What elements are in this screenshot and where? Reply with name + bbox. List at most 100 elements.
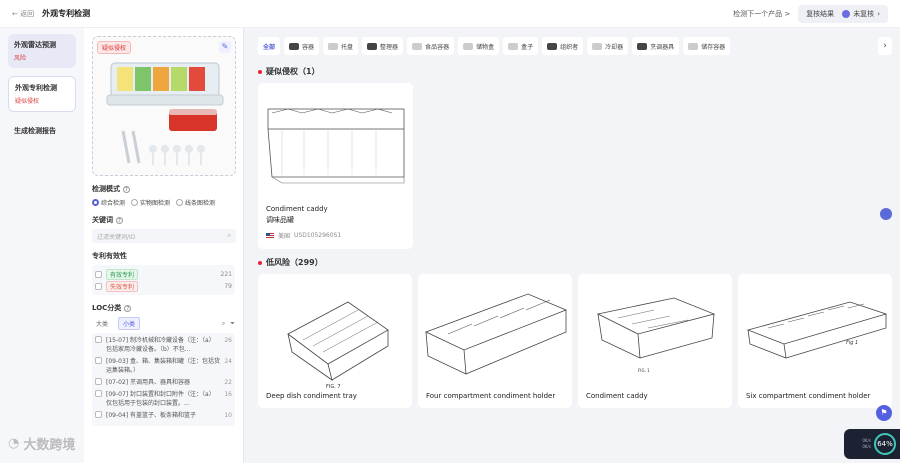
loc-title: LOC分类 xyxy=(92,304,122,312)
keyword-input[interactable]: 过滤关键词/ID ⌕ xyxy=(92,229,236,243)
result-card[interactable]: FIG. 1 Condiment caddy xyxy=(578,274,732,408)
validity-row-valid[interactable]: 有效专利 221 xyxy=(95,268,232,280)
card-title: Condiment caddy xyxy=(266,205,328,213)
nav-patent-check[interactable]: 外观专利检测 疑似侵权 xyxy=(8,76,76,112)
category-item[interactable]: 食品容器 xyxy=(407,37,455,55)
edit-image-icon[interactable]: ✎ xyxy=(219,41,231,53)
tab-minor[interactable]: 小类 xyxy=(118,317,141,330)
suspected-title: 疑似侵权（1） xyxy=(266,67,320,76)
checkbox[interactable] xyxy=(95,270,102,278)
help-icon[interactable]: ? xyxy=(123,185,130,193)
card-title: Six compartment condiment holder xyxy=(746,392,871,400)
low-group-title: 低风险（299） xyxy=(258,257,892,268)
validity-section-title: 专利有效性 xyxy=(92,251,235,261)
patent-drawing: FIG. 1 xyxy=(578,274,732,390)
nav-radar-prediction[interactable]: 外观雷达预测 风险 xyxy=(8,34,76,68)
category-label: 整理器 xyxy=(380,43,399,51)
feedback-flag-icon[interactable]: ⚑ xyxy=(876,405,892,421)
category-item[interactable]: 冷却器 xyxy=(587,37,629,55)
filter-panel: 疑似侵权 ✎ 检测模式 ? 综合检测 实物图检测 线条图检测 关键词 ? 过滤关… xyxy=(84,28,244,463)
assistant-bubble-icon[interactable] xyxy=(880,208,892,220)
loc-count: 22 xyxy=(224,379,232,386)
mode-option-photo[interactable]: 实物图检测 xyxy=(131,198,170,207)
category-item[interactable]: 盒子 xyxy=(503,37,539,55)
network-speed-widget[interactable]: 0K/s 0K/s 64% xyxy=(844,429,900,459)
category-label: 储存容器 xyxy=(701,43,726,51)
card-meta: 美国 USD1052960S1 xyxy=(258,227,413,244)
expired-badge: 失效专利 xyxy=(106,280,139,292)
checkbox[interactable] xyxy=(95,411,102,418)
loc-text: [09-03] 盒、箱、集装箱和罐（注：包括货运集装箱。） xyxy=(106,358,221,374)
list-item[interactable]: [07-02] 烹调用具、器具和容器 22 xyxy=(95,378,232,387)
validity-title: 专利有效性 xyxy=(92,252,127,260)
category-item[interactable]: 容器 xyxy=(284,37,320,55)
status-dot-icon xyxy=(842,9,851,18)
result-card[interactable]: Fig 1 Six compartment condiment holder xyxy=(738,274,892,408)
product-image xyxy=(106,62,224,165)
radio-icon xyxy=(176,199,184,206)
list-item[interactable]: [09-03] 盒、箱、集装箱和罐（注：包括货运集装箱。） 24 xyxy=(95,357,232,375)
category-item[interactable]: 烹调器具 xyxy=(632,37,680,55)
watermark: ◔ 大数跨境 xyxy=(8,434,75,453)
list-item[interactable]: [09-07] 封口装置和封口附件（注：（a）仅包括用于包装的封口装置。... 1… xyxy=(95,390,232,408)
expired-count: 79 xyxy=(224,282,232,290)
patent-drawing xyxy=(258,83,413,203)
search-icon[interactable]: ⌕ xyxy=(228,232,231,240)
loc-tools: ⌕ ⏷ xyxy=(222,320,235,328)
valid-count: 221 xyxy=(220,270,232,278)
search-icon[interactable]: ⌕ xyxy=(222,320,225,328)
category-item[interactable]: 储存容器 xyxy=(683,37,731,55)
loc-count: 26 xyxy=(224,337,232,344)
mode-section-title: 检测模式 ? xyxy=(92,184,235,194)
nav-status: 风险 xyxy=(14,55,27,62)
category-item[interactable]: 组织者 xyxy=(542,37,584,55)
result-card[interactable]: Four compartment condiment holder xyxy=(418,274,572,408)
back-button[interactable]: ← 返回 xyxy=(12,9,34,19)
help-icon[interactable]: ? xyxy=(116,216,123,224)
low-title: 低风险（299） xyxy=(266,258,323,267)
keyword-section-title: 关键词 ? xyxy=(92,215,235,225)
bullet-icon xyxy=(258,260,262,265)
nav-generate-report[interactable]: 生成检测报告 xyxy=(8,120,76,142)
figure-label: FIG. 7 xyxy=(326,384,341,390)
left-nav: 外观雷达预测 风险 外观专利检测 疑似侵权 生成检测报告 xyxy=(0,28,84,463)
loc-count: 16 xyxy=(224,391,232,398)
checkbox[interactable] xyxy=(95,336,102,343)
product-image-box[interactable]: 疑似侵权 ✎ xyxy=(92,36,236,176)
category-tabs: 全部 容器 托盘 整理器 食品容器 储物盒 盒子 组织者 冷却器 烹调器具 储存… xyxy=(258,34,892,58)
category-all[interactable]: 全部 xyxy=(258,37,281,55)
next-product-link[interactable]: 检测下一个产品 > xyxy=(733,9,790,19)
category-item[interactable]: 储物盒 xyxy=(458,37,500,55)
tray-icon xyxy=(328,42,339,50)
page-title: 外观专利检测 xyxy=(42,9,91,18)
card-patent-id: USD1052960S1 xyxy=(294,232,342,239)
image-infringement-tag: 疑似侵权 xyxy=(97,41,132,54)
validity-row-expired[interactable]: 失效专利 79 xyxy=(95,280,232,292)
validity-list: 有效专利 221 失效专利 79 xyxy=(92,265,235,295)
nav-status: 疑似侵权 xyxy=(15,98,40,105)
organizer2-icon xyxy=(547,42,558,50)
list-item[interactable]: [09-04] 有盖篮子、板条箱和篮子 10 xyxy=(95,411,232,420)
review-pill[interactable]: 复核结果 未复核 › xyxy=(798,4,888,23)
category-item[interactable]: 整理器 xyxy=(362,37,404,55)
result-card[interactable]: FIG. 7 Deep dish condiment tray xyxy=(258,274,412,408)
checkbox[interactable] xyxy=(95,390,102,397)
result-card-suspected[interactable]: Condiment caddy 调味品罐 美国 USD1052960S1 xyxy=(258,83,413,249)
mode-option-combined[interactable]: 综合检测 xyxy=(92,198,125,207)
list-item[interactable]: [15-07] 制冷机械和冷藏设备（注：（a）包括家用冷藏设备。（b）不包...… xyxy=(95,336,232,354)
help-icon[interactable]: ? xyxy=(124,304,132,312)
tab-major[interactable]: 大类 xyxy=(92,318,112,329)
patent-drawing: FIG. 7 xyxy=(258,274,412,390)
filter-icon[interactable]: ⏷ xyxy=(230,320,235,328)
category-label: 托盘 xyxy=(341,43,354,51)
loc-list: [15-07] 制冷机械和冷藏设备（注：（a）包括家用冷藏设备。（b）不包...… xyxy=(92,333,235,426)
checkbox[interactable] xyxy=(95,378,102,385)
mode-option-line[interactable]: 线条图检测 xyxy=(176,198,215,207)
checkbox[interactable] xyxy=(95,282,102,290)
category-item[interactable]: 托盘 xyxy=(323,37,359,55)
chevron-right-icon[interactable]: › xyxy=(878,37,892,55)
figure-label: Fig 1 xyxy=(846,340,858,346)
radio-checked-icon xyxy=(92,199,99,206)
storage-container-icon xyxy=(688,42,699,50)
checkbox[interactable] xyxy=(95,357,102,364)
